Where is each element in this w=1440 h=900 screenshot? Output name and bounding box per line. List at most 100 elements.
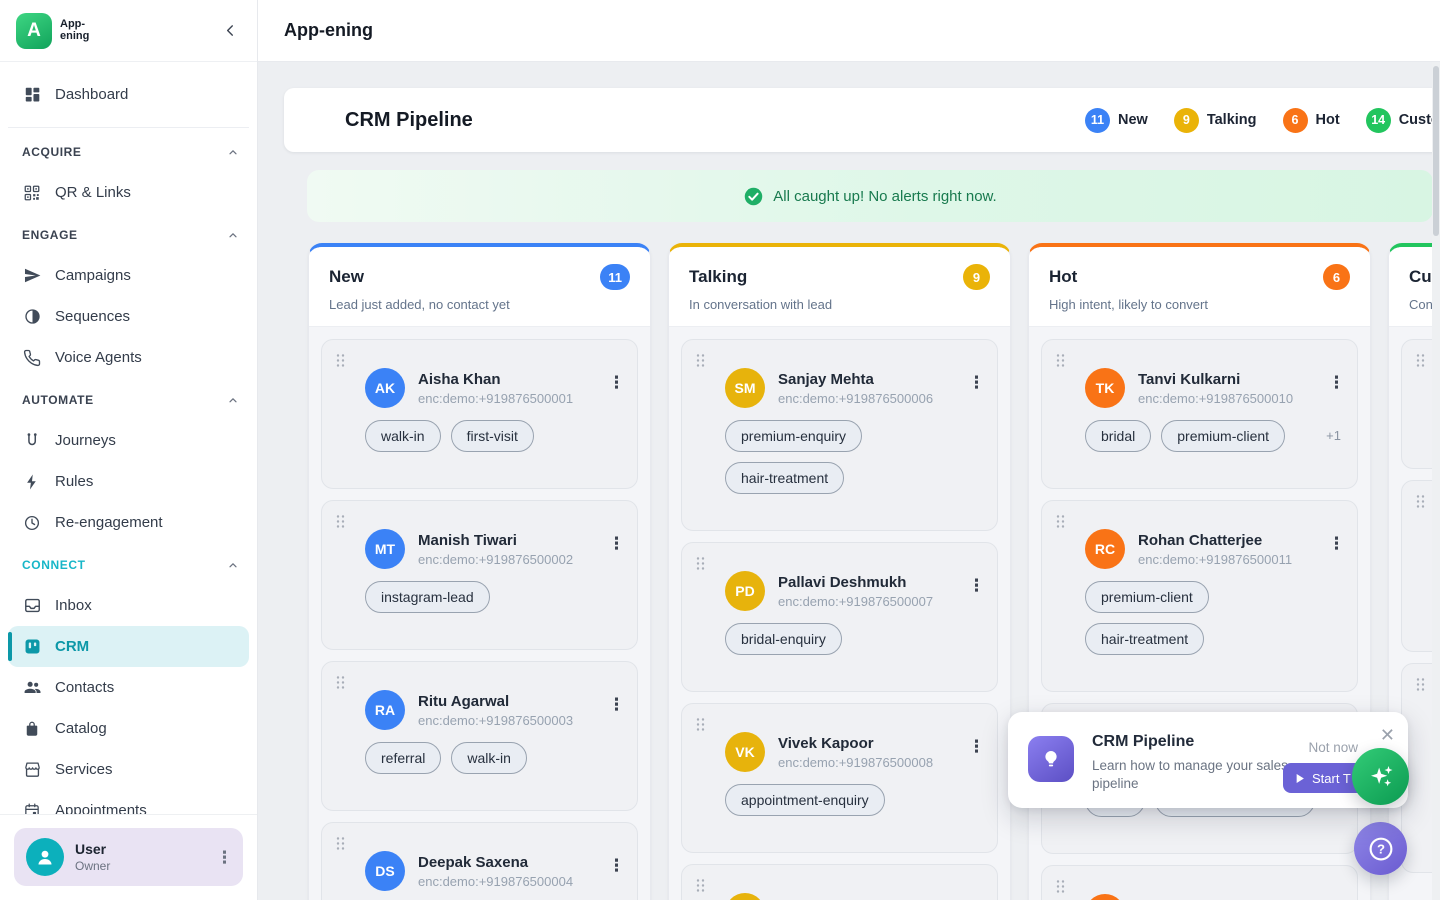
lead-card[interactable]: ⋮ SM Sanjay Mehta enc:demo:+919876500006… <box>681 339 998 531</box>
sidebar-collapse-button[interactable] <box>222 22 239 39</box>
card-menu-button[interactable]: ⋮ <box>968 577 985 594</box>
lead-name: Tanvi Kulkarni <box>1138 371 1293 388</box>
sidebar-section-acquire[interactable]: ACQUIRE <box>14 140 243 164</box>
lead-name: Sanjay Mehta <box>778 371 933 388</box>
lead-card[interactable]: ⋮ PD Pallavi Deshmukh enc:demo:+91987650… <box>681 542 998 692</box>
card-menu-button[interactable]: ⋮ <box>608 374 625 391</box>
card-menu-button[interactable]: ⋮ <box>968 374 985 391</box>
column-card-list: ⋮ TK Tanvi Kulkarni enc:demo:+9198765000… <box>1029 327 1370 900</box>
tag-list: instagram-lead <box>365 581 621 613</box>
lead-avatar: NS <box>725 893 765 900</box>
user-avatar <box>26 838 64 876</box>
route-icon <box>22 431 42 451</box>
stage-summary-hot: 6 Hot <box>1283 108 1340 133</box>
chevron-left-icon <box>222 22 239 39</box>
vertical-scrollbar[interactable] <box>1432 62 1440 900</box>
drag-handle-icon[interactable] <box>1055 879 1066 894</box>
card-menu-button[interactable]: ⋮ <box>1328 374 1345 391</box>
drag-handle-icon[interactable] <box>1055 514 1066 529</box>
sidebar-item-catalog[interactable]: Catalog <box>8 708 249 749</box>
card-menu-button[interactable]: ⋮ <box>608 696 625 713</box>
sidebar-item-qr-links[interactable]: QR & Links <box>8 172 249 213</box>
lead-card[interactable]: ⋮ RA Ritu Agarwal enc:demo:+919876500003… <box>321 661 638 811</box>
person-icon <box>33 845 57 869</box>
stage-count-badge: 6 <box>1283 108 1308 133</box>
lead-avatar: RC <box>1085 529 1125 569</box>
inbox-icon <box>22 596 42 616</box>
sidebar-item-rules[interactable]: Rules <box>8 461 249 502</box>
lead-avatar: AK <box>1085 894 1125 900</box>
drag-handle-icon[interactable] <box>1415 677 1426 692</box>
sidebar-item-campaigns[interactable]: Campaigns <box>8 255 249 296</box>
card-menu-button[interactable]: ⋮ <box>608 535 625 552</box>
stage-label: New <box>1118 112 1148 128</box>
user-profile-card[interactable]: User Owner ⋮ <box>14 828 243 886</box>
sidebar-section-automate[interactable]: AUTOMATE <box>14 388 243 412</box>
help-fab[interactable]: ? <box>1354 822 1407 875</box>
lead-card[interactable]: ⋮ AK Amit Kumar <box>1041 865 1358 900</box>
lead-card[interactable]: ⋮ AK Aisha Khan enc:demo:+919876500001 w… <box>321 339 638 489</box>
sidebar-item-contacts[interactable]: Contacts <box>8 667 249 708</box>
sidebar-item-dashboard[interactable]: Dashboard <box>8 74 249 115</box>
clock-icon <box>22 513 42 533</box>
card-menu-button[interactable]: ⋮ <box>608 857 625 874</box>
drag-handle-icon[interactable] <box>695 717 706 732</box>
drag-handle-icon[interactable] <box>1055 353 1066 368</box>
tag-pill: hair-treatment <box>725 462 844 494</box>
sidebar-item-label: Rules <box>55 473 93 490</box>
column-count-badge: 6 <box>1323 264 1350 290</box>
alerts-banner-text: All caught up! No alerts right now. <box>773 188 996 205</box>
sidebar-item-crm[interactable]: CRM <box>8 626 249 667</box>
card-menu-button[interactable]: ⋮ <box>968 738 985 755</box>
sidebar-item-journeys[interactable]: Journeys <box>8 420 249 461</box>
sidebar-item-label: Voice Agents <box>55 349 142 366</box>
sidebar-item-label: Journeys <box>55 432 116 449</box>
lead-card[interactable]: ⋮ RC Rohan Chatterjee enc:demo:+91987650… <box>1041 500 1358 692</box>
drag-handle-icon[interactable] <box>1415 494 1426 509</box>
lead-card[interactable]: ⋮ DS Deepak Saxena enc:demo:+91987650000… <box>321 822 638 900</box>
drag-handle-icon[interactable] <box>1415 353 1426 368</box>
lead-card[interactable]: ⋮ TK Tanvi Kulkarni enc:demo:+9198765000… <box>1041 339 1358 489</box>
scrollbar-thumb[interactable] <box>1433 66 1439 236</box>
drag-handle-icon[interactable] <box>695 878 706 893</box>
check-circle-icon <box>743 186 764 207</box>
chevron-up-icon <box>227 146 239 158</box>
drag-handle-icon[interactable] <box>695 556 706 571</box>
drag-handle-icon[interactable] <box>695 353 706 368</box>
tag-pill: instagram-lead <box>365 581 490 613</box>
lead-phone: enc:demo:+919876500011 <box>1138 552 1292 567</box>
close-icon[interactable]: ✕ <box>1380 726 1395 744</box>
stage-summary-talking: 9 Talking <box>1174 108 1257 133</box>
lead-card[interactable]: ⋮ MT Manish Tiwari enc:demo:+91987650000… <box>321 500 638 650</box>
sidebar-item-services[interactable]: Services <box>8 749 249 790</box>
lead-phone: enc:demo:+919876500008 <box>778 755 933 770</box>
crm-app: { "app": { "header_title": "App-ening", … <box>0 0 1440 900</box>
stage-summary-new: 11 New <box>1085 108 1148 133</box>
sidebar-item-sequences[interactable]: Sequences <box>8 296 249 337</box>
lead-avatar: RA <box>365 690 405 730</box>
play-icon <box>1295 773 1305 784</box>
send-icon <box>22 266 42 286</box>
sidebar-section-connect[interactable]: CONNECT <box>14 553 243 577</box>
sidebar-item-voice-agents[interactable]: Voice Agents <box>8 337 249 378</box>
stage-label: Talking <box>1207 112 1257 128</box>
lead-card[interactable]: ⋮ NS Nandini Shetty <box>681 864 998 900</box>
dismiss-button[interactable]: Not now <box>1308 740 1358 755</box>
chevron-up-icon <box>227 559 239 571</box>
lead-card[interactable]: ⋮ VK Vivek Kapoor enc:demo:+919876500008… <box>681 703 998 853</box>
sidebar-item-inbox[interactable]: Inbox <box>8 585 249 626</box>
drag-handle-icon[interactable] <box>335 836 346 851</box>
sidebar-item-label: Campaigns <box>55 267 131 284</box>
sidebar-item-re-engagement[interactable]: Re-engagement <box>8 502 249 543</box>
drag-handle-icon[interactable] <box>335 353 346 368</box>
card-menu-button[interactable]: ⋮ <box>1328 535 1345 552</box>
drag-handle-icon[interactable] <box>335 675 346 690</box>
user-menu-button[interactable]: ⋮ <box>216 849 233 866</box>
ai-assistant-fab[interactable] <box>1352 748 1409 805</box>
drag-handle-icon[interactable] <box>335 514 346 529</box>
sidebar-section-engage[interactable]: ENGAGE <box>14 223 243 247</box>
section-label: CONNECT <box>22 558 86 572</box>
divider <box>8 127 249 128</box>
chevron-up-icon <box>227 394 239 406</box>
lead-avatar: TK <box>1085 368 1125 408</box>
